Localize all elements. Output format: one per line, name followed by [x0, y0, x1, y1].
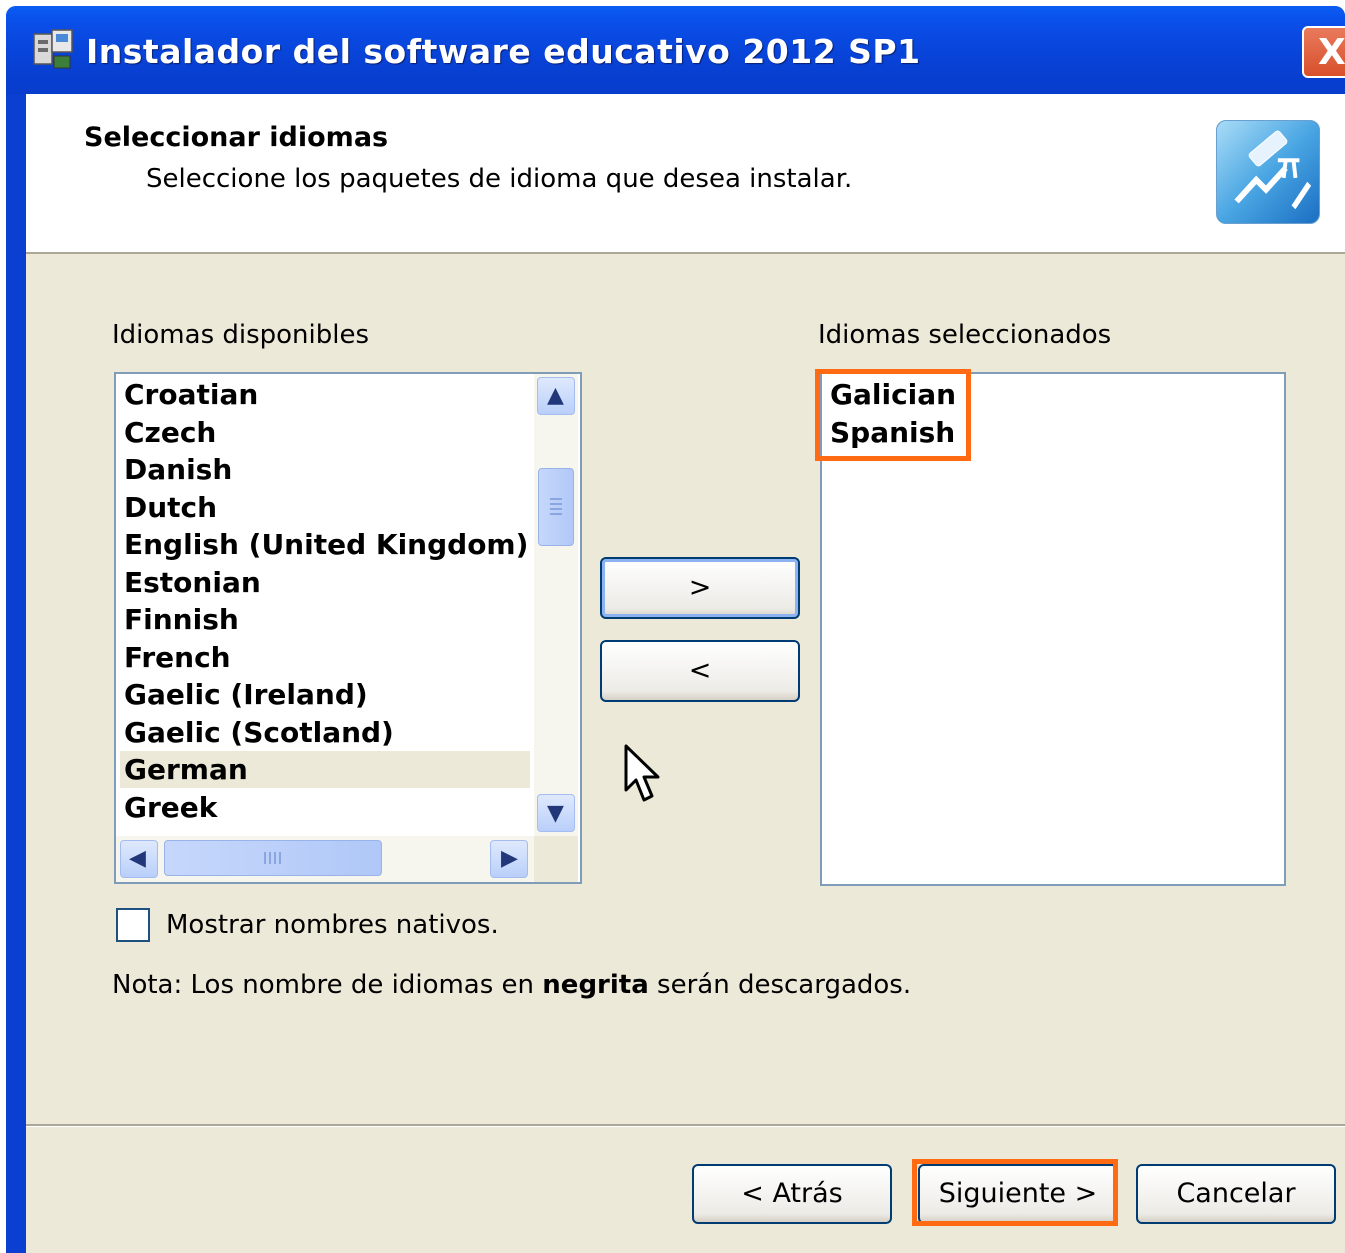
available-languages-label: Idiomas disponibles: [112, 320, 370, 350]
scrollbar-corner: [534, 836, 578, 882]
available-language-item[interactable]: Croatian: [124, 376, 258, 413]
available-language-item[interactable]: German: [120, 751, 530, 788]
title-bar[interactable]: Instalador del software educativo 2012 S…: [6, 6, 1345, 94]
page-header: Seleccionar idiomas Seleccione los paque…: [26, 94, 1345, 254]
vertical-scrollbar[interactable]: ▲ ▼: [534, 374, 578, 836]
scroll-left-button[interactable]: ◀: [120, 840, 158, 878]
chevron-down-icon: ▼: [547, 801, 564, 826]
chevron-right-icon: ▶: [501, 846, 518, 871]
chevron-up-icon: ▲: [547, 383, 564, 408]
scroll-up-button[interactable]: ▲: [537, 377, 575, 415]
horizontal-scroll-thumb[interactable]: [164, 840, 382, 876]
scroll-down-button[interactable]: ▼: [537, 794, 575, 832]
download-note: Nota: Los nombre de idiomas en negrita s…: [112, 970, 911, 1000]
note-bold-word: negrita: [542, 970, 649, 1000]
horizontal-scrollbar[interactable]: ◀ ▶: [116, 836, 534, 882]
window-title: Instalador del software educativo 2012 S…: [86, 32, 921, 71]
grip-icon: [550, 498, 562, 515]
dialog-client: Seleccionar idiomas Seleccione los paque…: [26, 94, 1345, 1253]
chevron-left-icon: ◀: [129, 846, 146, 871]
available-language-item[interactable]: French: [124, 639, 231, 676]
page-subtitle: Seleccione los paquetes de idioma que de…: [146, 164, 853, 194]
scroll-right-button[interactable]: ▶: [490, 840, 528, 878]
note-suffix: serán descargados.: [648, 970, 912, 1000]
note-prefix: Nota: Los nombre de idiomas en: [112, 970, 543, 1000]
cancel-button[interactable]: Cancelar: [1136, 1164, 1336, 1224]
add-language-button[interactable]: >: [600, 557, 800, 619]
available-language-item[interactable]: Finnish: [124, 601, 239, 638]
back-button[interactable]: < Atrás: [692, 1164, 892, 1224]
mouse-pointer-icon: [624, 744, 660, 802]
installer-window: Instalador del software educativo 2012 S…: [6, 6, 1345, 1253]
footer-separator-highlight: [26, 1126, 1345, 1127]
available-language-item[interactable]: Gaelic (Scotland): [124, 714, 394, 751]
vertical-scroll-thumb[interactable]: [538, 468, 574, 546]
available-language-item[interactable]: Czech: [124, 414, 216, 451]
selected-languages-label: Idiomas seleccionados: [818, 320, 1112, 350]
remove-language-button[interactable]: <: [600, 640, 800, 702]
available-language-item[interactable]: Greek: [124, 789, 217, 826]
available-language-item[interactable]: Dutch: [124, 489, 217, 526]
close-icon: X: [1318, 32, 1345, 73]
available-language-item[interactable]: English (United Kingdom): [124, 526, 528, 563]
available-languages-list[interactable]: Croatian Czech Danish Dutch English (United …: [114, 372, 582, 884]
available-language-item[interactable]: Gaelic (Ireland): [124, 676, 368, 713]
grip-icon: [264, 852, 281, 864]
native-names-checkbox[interactable]: [116, 908, 150, 942]
education-tools-icon: [1216, 120, 1320, 224]
close-button[interactable]: X: [1302, 26, 1345, 78]
available-language-item[interactable]: Estonian: [124, 564, 261, 601]
available-language-item[interactable]: Danish: [124, 451, 232, 488]
installer-app-icon: [33, 29, 73, 69]
selected-languages-highlight: [815, 369, 971, 461]
page-title: Seleccionar idiomas: [84, 122, 389, 153]
next-button-highlight: [912, 1159, 1118, 1226]
native-names-label: Mostrar nombres nativos.: [166, 910, 499, 940]
